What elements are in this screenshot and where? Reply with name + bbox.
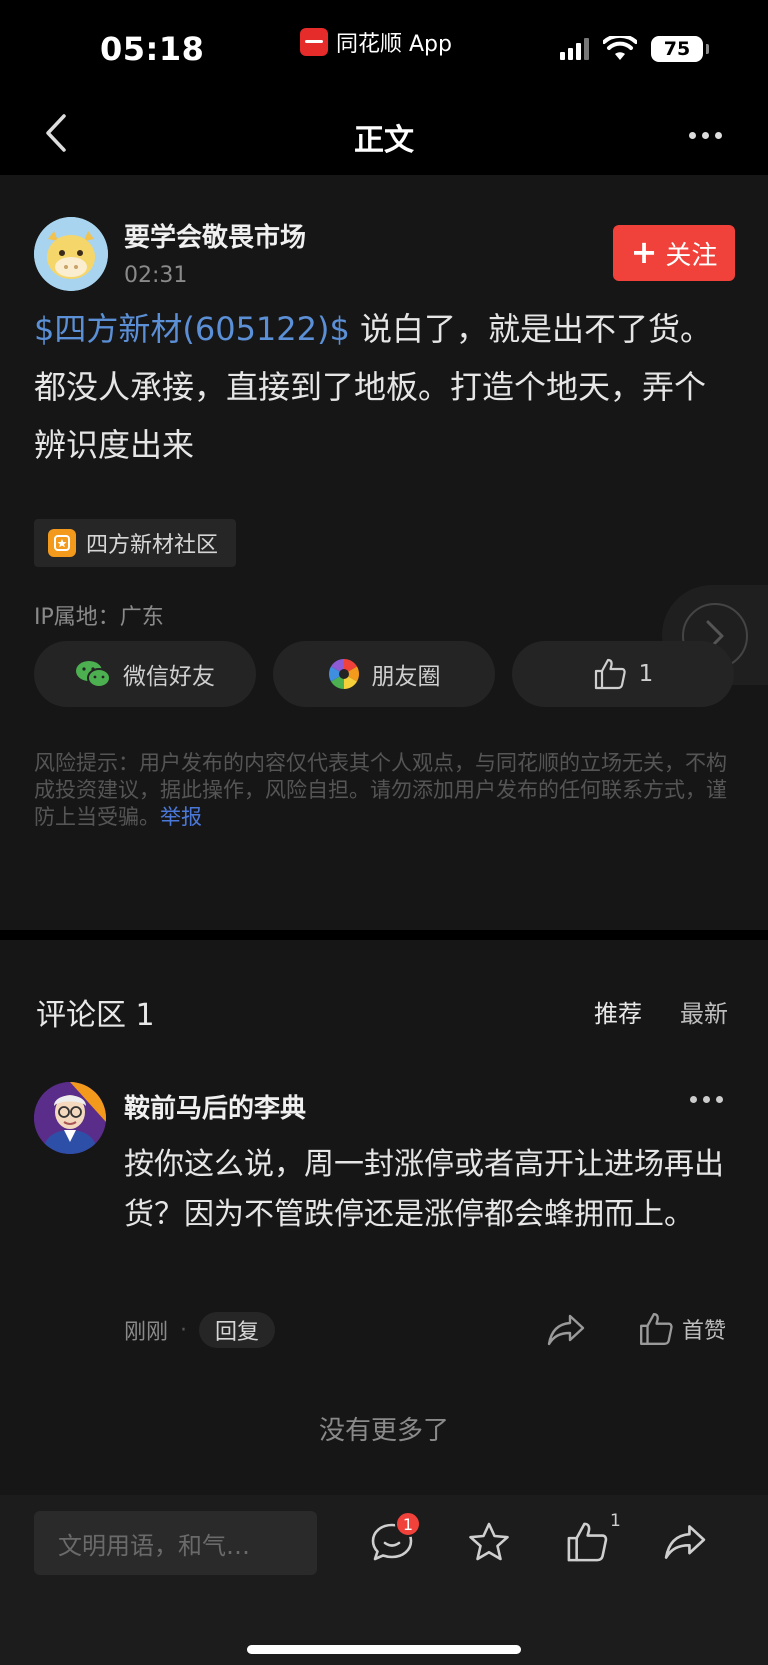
cow-avatar-icon bbox=[34, 217, 108, 291]
author-avatar[interactable] bbox=[34, 217, 108, 291]
status-time: 05:18 bbox=[100, 30, 205, 68]
post-like-count: 1 bbox=[638, 661, 654, 687]
bottom-like-button[interactable] bbox=[562, 1517, 612, 1567]
more-options-button[interactable] bbox=[680, 115, 730, 155]
post-time: 02:31 bbox=[124, 263, 188, 288]
moments-icon bbox=[328, 659, 359, 689]
section-divider bbox=[0, 930, 768, 940]
comments-button[interactable]: 1 bbox=[367, 1511, 421, 1567]
author-name[interactable]: 要学会敬畏市场 bbox=[124, 217, 306, 254]
post-body: $四方新材(605122)$ 说白了，就是出不了货。都没人承接，直接到了地板。打… bbox=[34, 300, 734, 474]
share-arrow-icon bbox=[547, 1314, 585, 1346]
risk-notice-text: 风险提示：用户发布的内容仅代表其个人观点，与同花顺的立场无关，不构成投资建议，据… bbox=[34, 751, 727, 829]
community-tag-label: 四方新材社区 bbox=[86, 533, 219, 558]
ip-location: IP属地：广东 bbox=[34, 605, 164, 630]
risk-notice: 风险提示：用户发布的内容仅代表其个人观点，与同花顺的立场无关，不构成投资建议，据… bbox=[34, 750, 734, 831]
comment-meta: 刚刚 · 回复 bbox=[124, 1312, 276, 1348]
commenter-name[interactable]: 鞍前马后的李典 bbox=[124, 1088, 306, 1125]
sort-latest-tab[interactable]: 最新 bbox=[680, 994, 728, 1029]
signal-icon bbox=[560, 38, 589, 60]
follow-button[interactable]: + 关注 bbox=[613, 225, 735, 281]
reply-button[interactable]: 回复 bbox=[199, 1312, 276, 1348]
share-wechat-label: 微信好友 bbox=[123, 664, 215, 690]
thumbs-up-icon bbox=[594, 658, 626, 690]
page-title: 正文 bbox=[354, 123, 414, 158]
meta-separator: · bbox=[180, 1317, 188, 1343]
comment-more-button[interactable] bbox=[690, 1096, 723, 1103]
comments-section: 评论区 1 推荐 最新 鞍前马后的李典 按你这么说，周一封涨停或者高开让进场再出… bbox=[0, 940, 768, 1495]
bottom-share-button[interactable] bbox=[660, 1517, 710, 1567]
post-like-button[interactable]: 1 bbox=[512, 641, 734, 707]
report-link[interactable]: 举报 bbox=[160, 805, 202, 829]
commenter-avatar[interactable] bbox=[34, 1082, 106, 1154]
stock-link[interactable]: $四方新材(605122)$ bbox=[34, 310, 350, 348]
thumbs-up-icon bbox=[640, 1313, 673, 1345]
share-moments-label: 朋友圈 bbox=[371, 664, 441, 690]
comment-time: 刚刚 bbox=[124, 1320, 169, 1345]
comment-like-button[interactable]: 首赞 bbox=[638, 1312, 726, 1346]
no-more-text: 没有更多了 bbox=[318, 1416, 449, 1446]
comment-input[interactable]: 文明用语，和气… bbox=[34, 1511, 317, 1575]
comment-like-label: 首赞 bbox=[682, 1319, 727, 1344]
thumbs-up-icon bbox=[567, 1522, 608, 1562]
plus-icon: + bbox=[630, 232, 658, 271]
wifi-icon bbox=[603, 36, 637, 60]
wechat-icon bbox=[76, 661, 111, 688]
follow-label: 关注 bbox=[665, 240, 718, 271]
comment-count-badge: 1 bbox=[395, 1511, 421, 1537]
bottom-like-count: 1 bbox=[610, 1511, 621, 1531]
favorite-button[interactable] bbox=[464, 1517, 514, 1567]
more-dots-icon bbox=[690, 1096, 697, 1103]
bottom-action-bar: 文明用语，和气… 1 1 bbox=[0, 1495, 768, 1665]
app-logo-icon bbox=[300, 28, 328, 56]
status-bar: 05:18 同花顺 App 75 bbox=[0, 0, 768, 95]
comment-text: 按你这么说，周一封涨停或者高开让进场再出货？因为不管跌停还是涨停都会蜂拥而上。 bbox=[124, 1147, 724, 1232]
post-card: 要学会敬畏市场 02:31 + 关注 $四方新材(605122)$ 说白了，就是… bbox=[0, 175, 768, 930]
status-icons: 75 bbox=[560, 36, 709, 62]
comment-share-button[interactable] bbox=[546, 1312, 590, 1352]
more-dots-icon bbox=[688, 131, 696, 139]
community-icon bbox=[48, 529, 76, 557]
share-row: 微信好友 朋友圈 1 bbox=[34, 641, 734, 707]
nav-bar: 正文 bbox=[0, 95, 768, 175]
share-wechat-button[interactable]: 微信好友 bbox=[34, 641, 256, 707]
community-tag[interactable]: 四方新材社区 bbox=[34, 519, 237, 567]
home-indicator[interactable] bbox=[247, 1645, 521, 1654]
battery-icon: 75 bbox=[651, 36, 709, 62]
sort-recommend-tab[interactable]: 推荐 bbox=[594, 994, 642, 1029]
comments-title: 评论区 1 bbox=[36, 998, 155, 1033]
status-app-indicator[interactable]: 同花顺 App bbox=[300, 26, 452, 58]
share-moments-button[interactable]: 朋友圈 bbox=[273, 641, 495, 707]
star-icon bbox=[469, 1522, 509, 1561]
share-arrow-icon bbox=[664, 1525, 706, 1559]
status-app-name: 同花顺 App bbox=[336, 32, 452, 57]
portrait-avatar-icon bbox=[34, 1082, 106, 1154]
